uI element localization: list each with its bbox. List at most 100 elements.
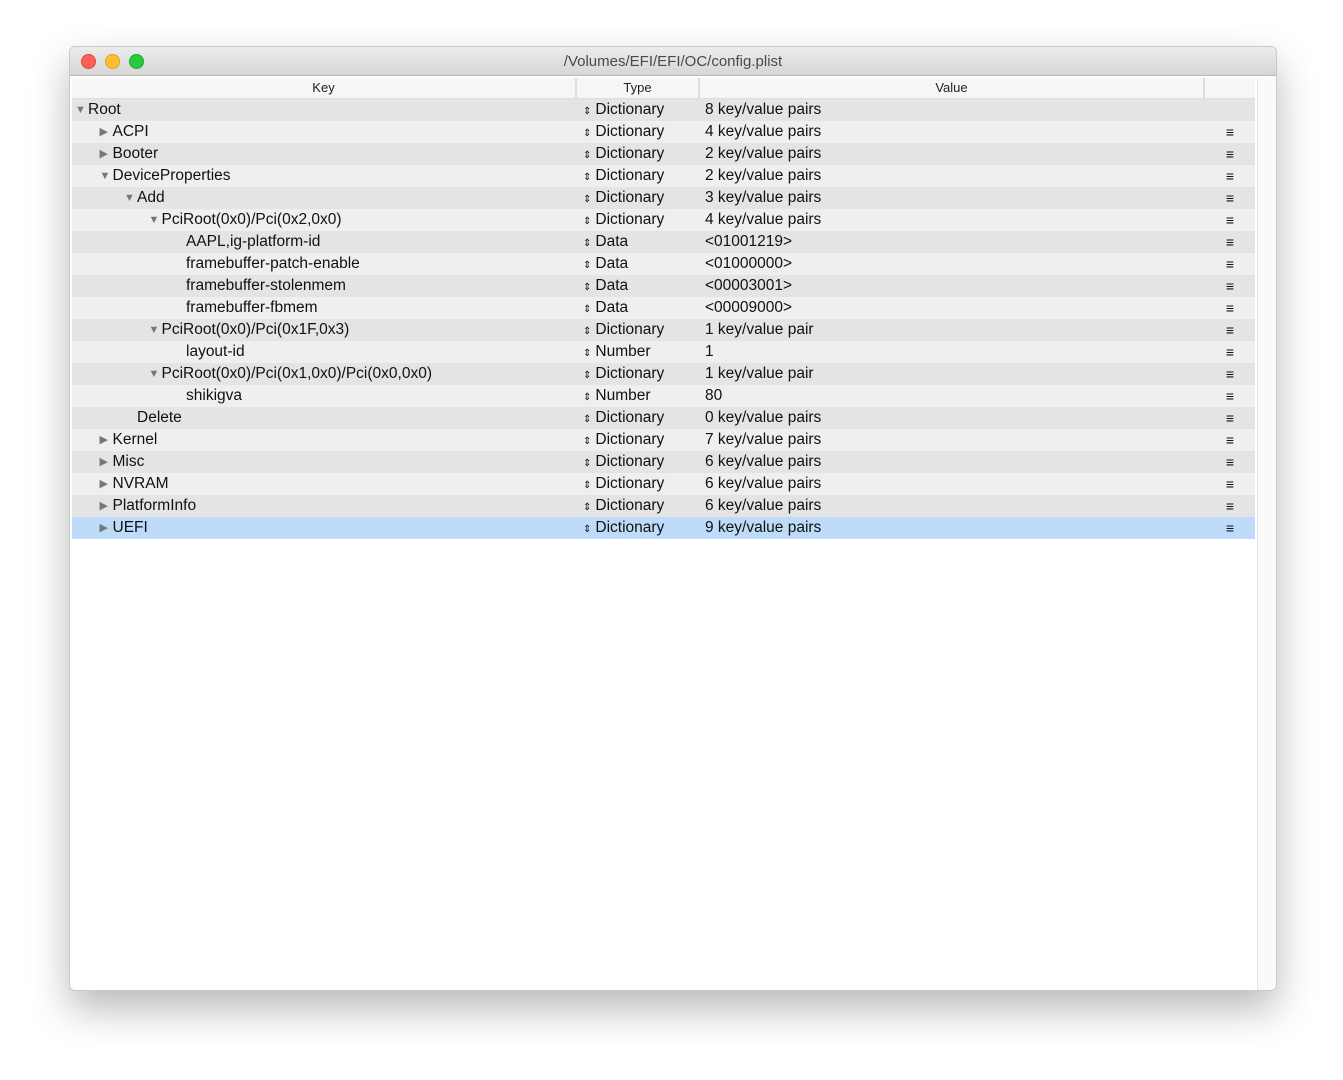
key-cell[interactable]: AAPL,ig-platform-id — [72, 231, 577, 253]
table-row[interactable]: ▼ PciRoot(0x0)/Pci(0x1F,0x3) ⇕ Dictionary… — [72, 319, 1255, 341]
key-cell[interactable]: framebuffer-stolenmem — [72, 275, 577, 297]
scrollbar[interactable] — [1257, 78, 1276, 990]
value-cell[interactable]: 6 key/value pairs — [700, 473, 1205, 495]
row-menu-icon[interactable]: ≡ — [1205, 341, 1255, 363]
type-cell[interactable]: ⇕ Data — [577, 297, 700, 319]
value-cell[interactable]: 6 key/value pairs — [700, 495, 1205, 517]
key-cell[interactable]: framebuffer-fbmem — [72, 297, 577, 319]
value-cell[interactable]: 2 key/value pairs — [700, 143, 1205, 165]
row-menu-icon[interactable]: ≡ — [1205, 363, 1255, 385]
row-menu-icon[interactable]: ≡ — [1205, 275, 1255, 297]
key-cell[interactable]: ▶ Booter — [72, 143, 577, 165]
key-cell[interactable]: Delete — [72, 407, 577, 429]
row-menu-icon[interactable]: ≡ — [1205, 121, 1255, 143]
disclosure-expanded-icon[interactable]: ▼ — [149, 319, 160, 341]
value-cell[interactable]: 2 key/value pairs — [700, 165, 1205, 187]
type-cell[interactable]: ⇕ Dictionary — [577, 319, 700, 341]
type-cell[interactable]: ⇕ Dictionary — [577, 495, 700, 517]
key-cell[interactable]: ▶ Misc — [72, 451, 577, 473]
key-cell[interactable]: ▼ Add — [72, 187, 577, 209]
disclosure-expanded-icon[interactable]: ▼ — [100, 165, 111, 187]
type-cell[interactable]: ⇕ Data — [577, 275, 700, 297]
value-cell[interactable]: 0 key/value pairs — [700, 407, 1205, 429]
table-row[interactable]: Delete ⇕ Dictionary 0 key/value pairs ≡ — [72, 407, 1255, 429]
key-cell[interactable]: layout-id — [72, 341, 577, 363]
table-row[interactable]: ▼ DeviceProperties ⇕ Dictionary 2 key/val… — [72, 165, 1255, 187]
value-cell[interactable]: <01001219> — [700, 231, 1205, 253]
key-cell[interactable]: ▶ Kernel — [72, 429, 577, 451]
value-cell[interactable]: 4 key/value pairs — [700, 121, 1205, 143]
row-menu-icon[interactable]: ≡ — [1205, 429, 1255, 451]
table-row[interactable]: ▶ PlatformInfo ⇕ Dictionary 6 key/value p… — [72, 495, 1255, 517]
value-cell[interactable]: 8 key/value pairs — [700, 99, 1205, 121]
table-row[interactable]: ▶ Misc ⇕ Dictionary 6 key/value pairs ≡ — [72, 451, 1255, 473]
value-cell[interactable]: 6 key/value pairs — [700, 451, 1205, 473]
disclosure-collapsed-icon[interactable]: ▶ — [100, 143, 108, 165]
type-cell[interactable]: ⇕ Dictionary — [577, 121, 700, 143]
value-cell[interactable]: 1 key/value pair — [700, 363, 1205, 385]
value-cell[interactable]: 1 key/value pair — [700, 319, 1205, 341]
table-row[interactable]: shikigva ⇕ Number 80 ≡ — [72, 385, 1255, 407]
disclosure-collapsed-icon[interactable]: ▶ — [100, 121, 108, 143]
key-cell[interactable]: ▶ PlatformInfo — [72, 495, 577, 517]
value-cell[interactable]: <00009000> — [700, 297, 1205, 319]
key-cell[interactable]: ▶ NVRAM — [72, 473, 577, 495]
key-cell[interactable]: shikigva — [72, 385, 577, 407]
key-cell[interactable]: ▼ PciRoot(0x0)/Pci(0x2,0x0) — [72, 209, 577, 231]
row-menu-icon[interactable]: ≡ — [1205, 297, 1255, 319]
key-cell[interactable]: ▼ PciRoot(0x0)/Pci(0x1,0x0)/Pci(0x0,0x0) — [72, 363, 577, 385]
row-menu-icon[interactable]: ≡ — [1205, 231, 1255, 253]
row-menu-icon[interactable] — [1205, 99, 1255, 121]
value-cell[interactable]: 7 key/value pairs — [700, 429, 1205, 451]
key-cell[interactable]: framebuffer-patch-enable — [72, 253, 577, 275]
key-cell[interactable]: ▼ PciRoot(0x0)/Pci(0x1F,0x3) — [72, 319, 577, 341]
row-menu-icon[interactable]: ≡ — [1205, 187, 1255, 209]
value-cell[interactable]: <01000000> — [700, 253, 1205, 275]
key-cell[interactable]: ▼ Root — [72, 99, 577, 121]
table-row[interactable]: AAPL,ig-platform-id ⇕ Data <01001219> ≡ — [72, 231, 1255, 253]
disclosure-expanded-icon[interactable]: ▼ — [149, 209, 160, 231]
type-cell[interactable]: ⇕ Dictionary — [577, 451, 700, 473]
table-row[interactable]: ▼ PciRoot(0x0)/Pci(0x1,0x0)/Pci(0x0,0x0)… — [72, 363, 1255, 385]
row-menu-icon[interactable]: ≡ — [1205, 209, 1255, 231]
type-cell[interactable]: ⇕ Dictionary — [577, 363, 700, 385]
column-header-key[interactable]: Key — [72, 78, 577, 98]
value-cell[interactable]: 9 key/value pairs — [700, 517, 1205, 539]
row-menu-icon[interactable]: ≡ — [1205, 319, 1255, 341]
type-cell[interactable]: ⇕ Data — [577, 231, 700, 253]
column-header-type[interactable]: Type — [577, 78, 700, 98]
value-cell[interactable]: 80 — [700, 385, 1205, 407]
table-row[interactable]: ▶ UEFI ⇕ Dictionary 9 key/value pairs ≡ — [72, 517, 1255, 539]
key-cell[interactable]: ▶ ACPI — [72, 121, 577, 143]
type-cell[interactable]: ⇕ Dictionary — [577, 187, 700, 209]
table-row[interactable]: framebuffer-stolenmem ⇕ Data <00003001> ≡ — [72, 275, 1255, 297]
disclosure-expanded-icon[interactable]: ▼ — [124, 187, 135, 209]
table-row[interactable]: ▶ Kernel ⇕ Dictionary 7 key/value pairs ≡ — [72, 429, 1255, 451]
row-menu-icon[interactable]: ≡ — [1205, 517, 1255, 539]
type-cell[interactable]: ⇕ Data — [577, 253, 700, 275]
value-cell[interactable]: 4 key/value pairs — [700, 209, 1205, 231]
value-cell[interactable]: 3 key/value pairs — [700, 187, 1205, 209]
table-row[interactable]: ▶ ACPI ⇕ Dictionary 4 key/value pairs ≡ — [72, 121, 1255, 143]
disclosure-expanded-icon[interactable]: ▼ — [149, 363, 160, 385]
row-menu-icon[interactable]: ≡ — [1205, 253, 1255, 275]
table-row[interactable]: ▶ NVRAM ⇕ Dictionary 6 key/value pairs ≡ — [72, 473, 1255, 495]
type-cell[interactable]: ⇕ Dictionary — [577, 407, 700, 429]
table-row[interactable]: ▼ Add ⇕ Dictionary 3 key/value pairs ≡ — [72, 187, 1255, 209]
table-row[interactable]: ▶ Booter ⇕ Dictionary 2 key/value pairs ≡ — [72, 143, 1255, 165]
row-menu-icon[interactable]: ≡ — [1205, 385, 1255, 407]
row-menu-icon[interactable]: ≡ — [1205, 143, 1255, 165]
table-row[interactable]: framebuffer-fbmem ⇕ Data <00009000> ≡ — [72, 297, 1255, 319]
key-cell[interactable]: ▼ DeviceProperties — [72, 165, 577, 187]
table-row[interactable]: ▼ Root ⇕ Dictionary 8 key/value pairs — [72, 99, 1255, 121]
type-cell[interactable]: ⇕ Dictionary — [577, 517, 700, 539]
disclosure-collapsed-icon[interactable]: ▶ — [100, 495, 108, 517]
column-header-value[interactable]: Value — [700, 78, 1205, 98]
type-cell[interactable]: ⇕ Dictionary — [577, 429, 700, 451]
row-menu-icon[interactable]: ≡ — [1205, 495, 1255, 517]
key-cell[interactable]: ▶ UEFI — [72, 517, 577, 539]
table-row[interactable]: ▼ PciRoot(0x0)/Pci(0x2,0x0) ⇕ Dictionary … — [72, 209, 1255, 231]
row-menu-icon[interactable]: ≡ — [1205, 407, 1255, 429]
table-row[interactable]: framebuffer-patch-enable ⇕ Data <01000000… — [72, 253, 1255, 275]
value-cell[interactable]: 1 — [700, 341, 1205, 363]
